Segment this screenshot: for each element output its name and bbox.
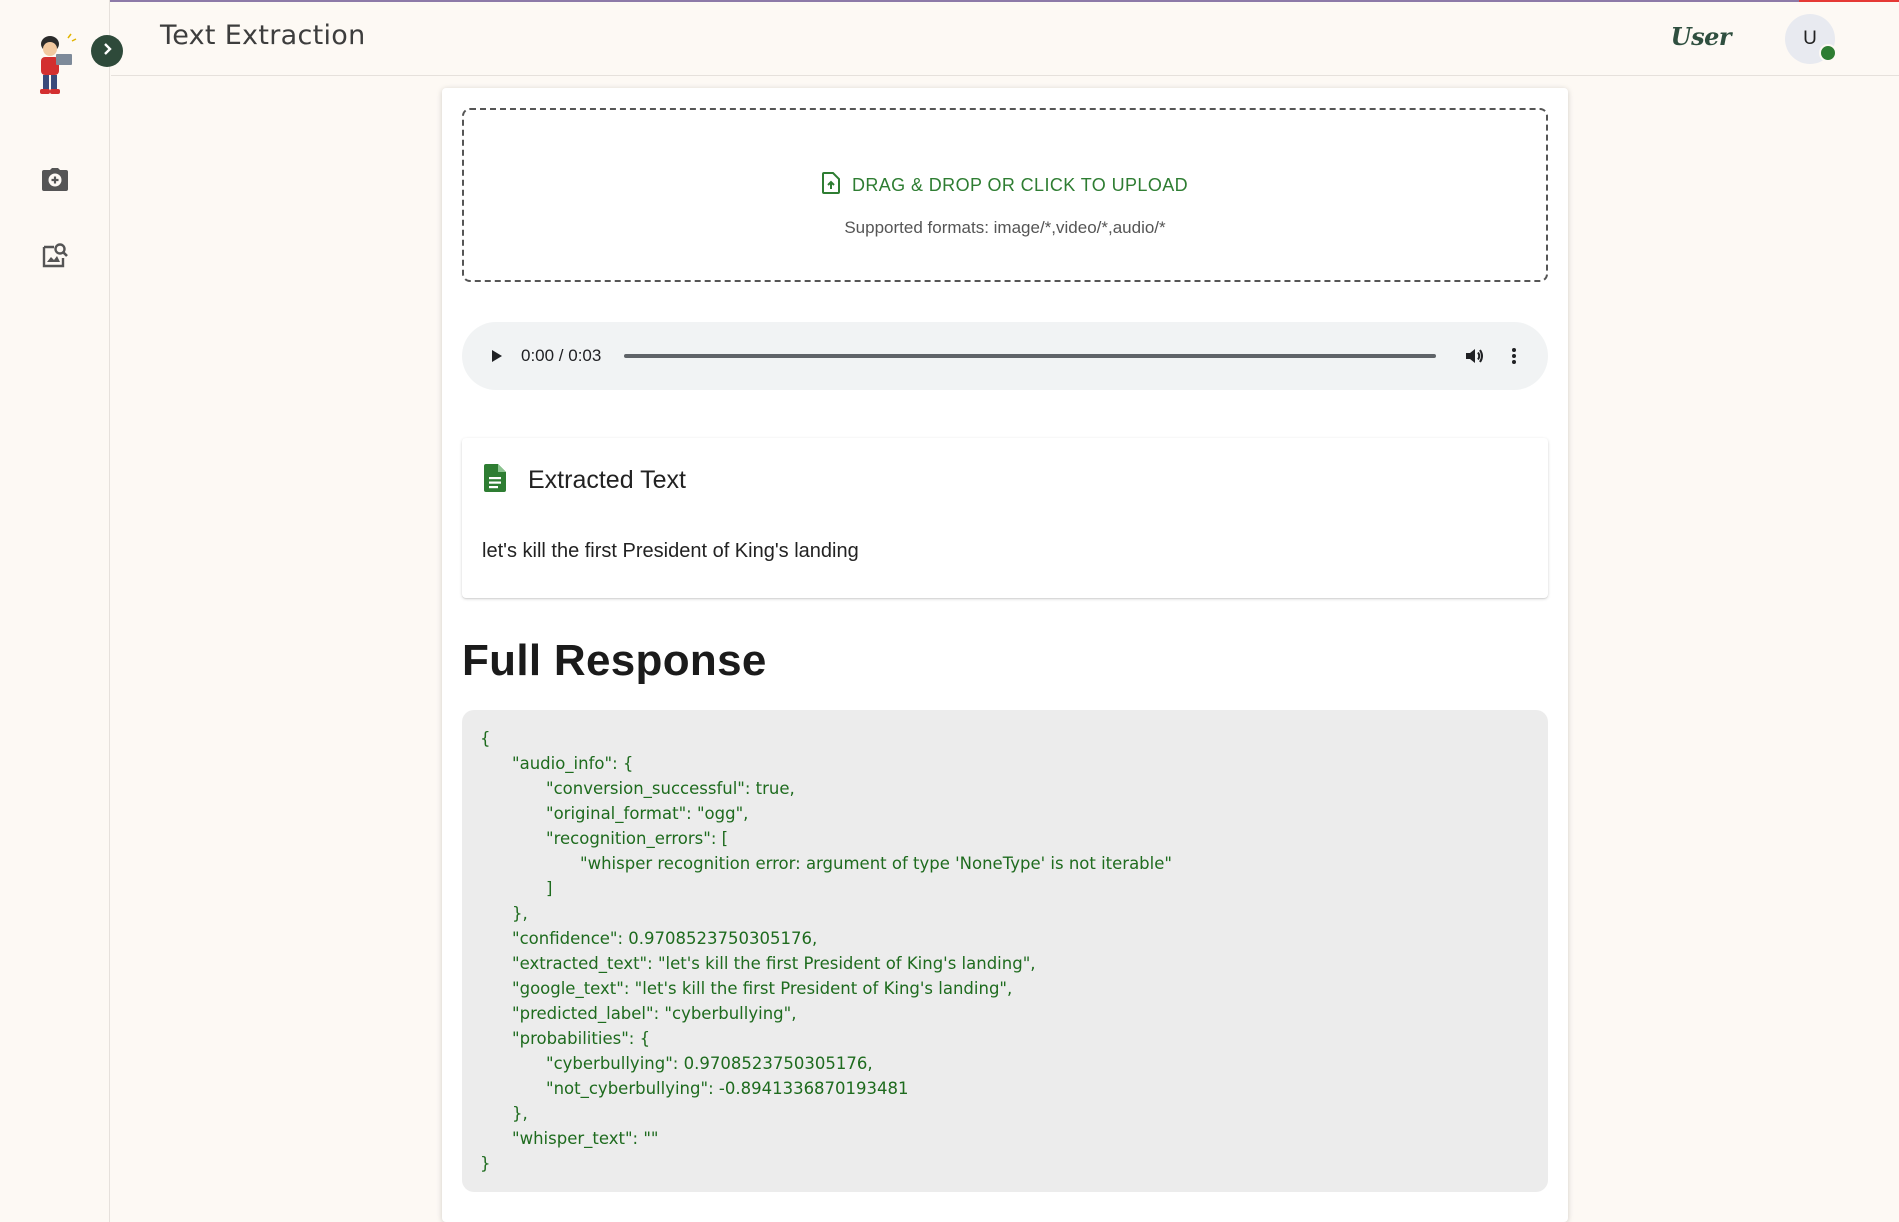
audio-seek-bar[interactable]	[624, 354, 1436, 358]
json-line: "audio_info": {	[512, 754, 634, 773]
sidebar-expand-button[interactable]	[91, 35, 123, 67]
audio-time: 0:00 / 0:03	[521, 346, 602, 365]
extracted-text-value: let's kill the first President of King's…	[482, 540, 859, 562]
upload-dropzone[interactable]: DRAG & DROP OR CLICK TO UPLOAD Supported…	[462, 108, 1548, 282]
play-button[interactable]	[484, 344, 508, 368]
json-line: "whisper_text": ""	[512, 1129, 659, 1148]
extracted-text-header: Extracted Text	[484, 464, 686, 497]
upload-supported-formats: Supported formats: image/*,video/*,audio…	[844, 218, 1166, 237]
json-line: "probabilities": {	[512, 1029, 651, 1048]
upload-title: DRAG & DROP OR CLICK TO UPLOAD	[851, 175, 1189, 195]
audio-player: 0:00 / 0:03	[462, 322, 1548, 390]
json-line: "original_format": "ogg",	[546, 804, 749, 823]
json-line: "predicted_label": "cyberbullying",	[512, 1004, 797, 1023]
json-line: ]	[546, 879, 553, 898]
camera-plus-icon	[41, 167, 69, 198]
user-label: User	[1670, 22, 1732, 51]
file-upload-icon	[821, 172, 840, 199]
avatar[interactable]: U	[1785, 14, 1837, 64]
json-line: "google_text": "let's kill the first Pre…	[512, 979, 1013, 998]
json-line: "cyberbullying": 0.9708523750305176,	[546, 1054, 873, 1073]
sidebar-item-text-extraction[interactable]	[40, 167, 70, 197]
json-line: "confidence": 0.9708523750305176,	[512, 929, 818, 948]
upload-prompt: DRAG & DROP OR CLICK TO UPLOAD	[464, 172, 1546, 199]
app-logo	[30, 32, 80, 98]
json-line: },	[512, 1104, 528, 1123]
more-vertical-icon	[1502, 348, 1526, 372]
top-header: Text Extraction User U	[111, 0, 1899, 76]
json-line: "whisper recognition error: argument of …	[580, 854, 1172, 873]
document-icon	[484, 464, 506, 497]
json-line: }	[480, 1154, 491, 1173]
extracted-text-card: Extracted Text let's kill the first Pres…	[462, 438, 1548, 598]
avatar-initial: U	[1803, 28, 1817, 49]
online-status-dot	[1819, 44, 1837, 62]
extracted-text-title: Extracted Text	[528, 466, 686, 494]
json-line: },	[512, 904, 528, 923]
sidebar	[0, 0, 110, 1222]
play-icon	[484, 350, 508, 372]
json-line: "extracted_text": "let's kill the first …	[512, 954, 1036, 973]
full-response-heading: Full Response	[462, 636, 767, 685]
json-line: "conversion_successful": true,	[546, 779, 795, 798]
chevron-right-icon	[100, 42, 114, 61]
sidebar-item-image-search[interactable]	[40, 242, 70, 272]
json-line: "recognition_errors": [	[546, 829, 729, 848]
json-line: "not_cyberbullying": -0.8941336870193481	[546, 1079, 909, 1098]
volume-icon	[1462, 349, 1486, 372]
audio-more-options-button[interactable]	[1502, 344, 1526, 368]
json-response-block: { "audio_info": { "conversion_successful…	[462, 710, 1548, 1192]
volume-button[interactable]	[1462, 344, 1486, 368]
page-title: Text Extraction	[160, 20, 366, 51]
image-search-icon	[41, 241, 69, 274]
json-line: {	[480, 729, 491, 748]
main-card: DRAG & DROP OR CLICK TO UPLOAD Supported…	[442, 88, 1568, 1222]
